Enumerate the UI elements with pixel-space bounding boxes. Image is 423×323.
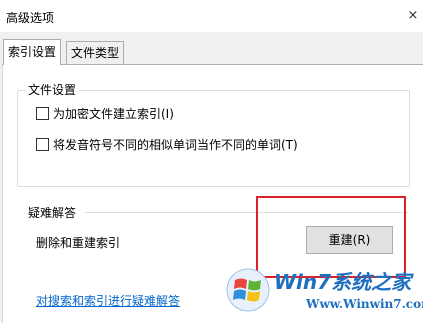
diacritics-option[interactable]: 将发音符号不同的相似单词当作不同的单词(T) [36, 137, 376, 153]
troubleshoot-link[interactable]: 对搜索和索引进行疑难解答 [36, 292, 180, 309]
diacritics-checkbox[interactable] [36, 138, 49, 151]
diacritics-label: 将发音符号不同的相似单词当作不同的单词(T) [53, 138, 298, 152]
encrypted-files-checkbox[interactable] [36, 107, 49, 120]
tab-file-types[interactable]: 文件类型 [66, 41, 125, 64]
windows-logo-icon [226, 268, 270, 312]
close-icon[interactable]: × [403, 0, 423, 30]
file-settings-title: 文件设置 [25, 81, 80, 98]
window-title: 高级选项 [6, 11, 55, 25]
watermark-brand: Win7系统之家 [274, 270, 412, 294]
watermark: Win7系统之家 Www.Winwin7.com [226, 262, 423, 322]
rebuild-index-label: 删除和重建索引 [36, 236, 121, 250]
tab-strip [0, 33, 423, 66]
title-bar: 高级选项 × [0, 0, 423, 32]
watermark-url: Www.Winwin7.com [306, 297, 423, 311]
encrypted-files-label: 为加密文件建立索引(I) [53, 107, 174, 121]
tab-index-settings[interactable]: 索引设置 [3, 39, 62, 65]
troubleshoot-title: 疑难解答 [28, 206, 77, 220]
encrypted-files-option[interactable]: 为加密文件建立索引(I) [36, 106, 296, 122]
